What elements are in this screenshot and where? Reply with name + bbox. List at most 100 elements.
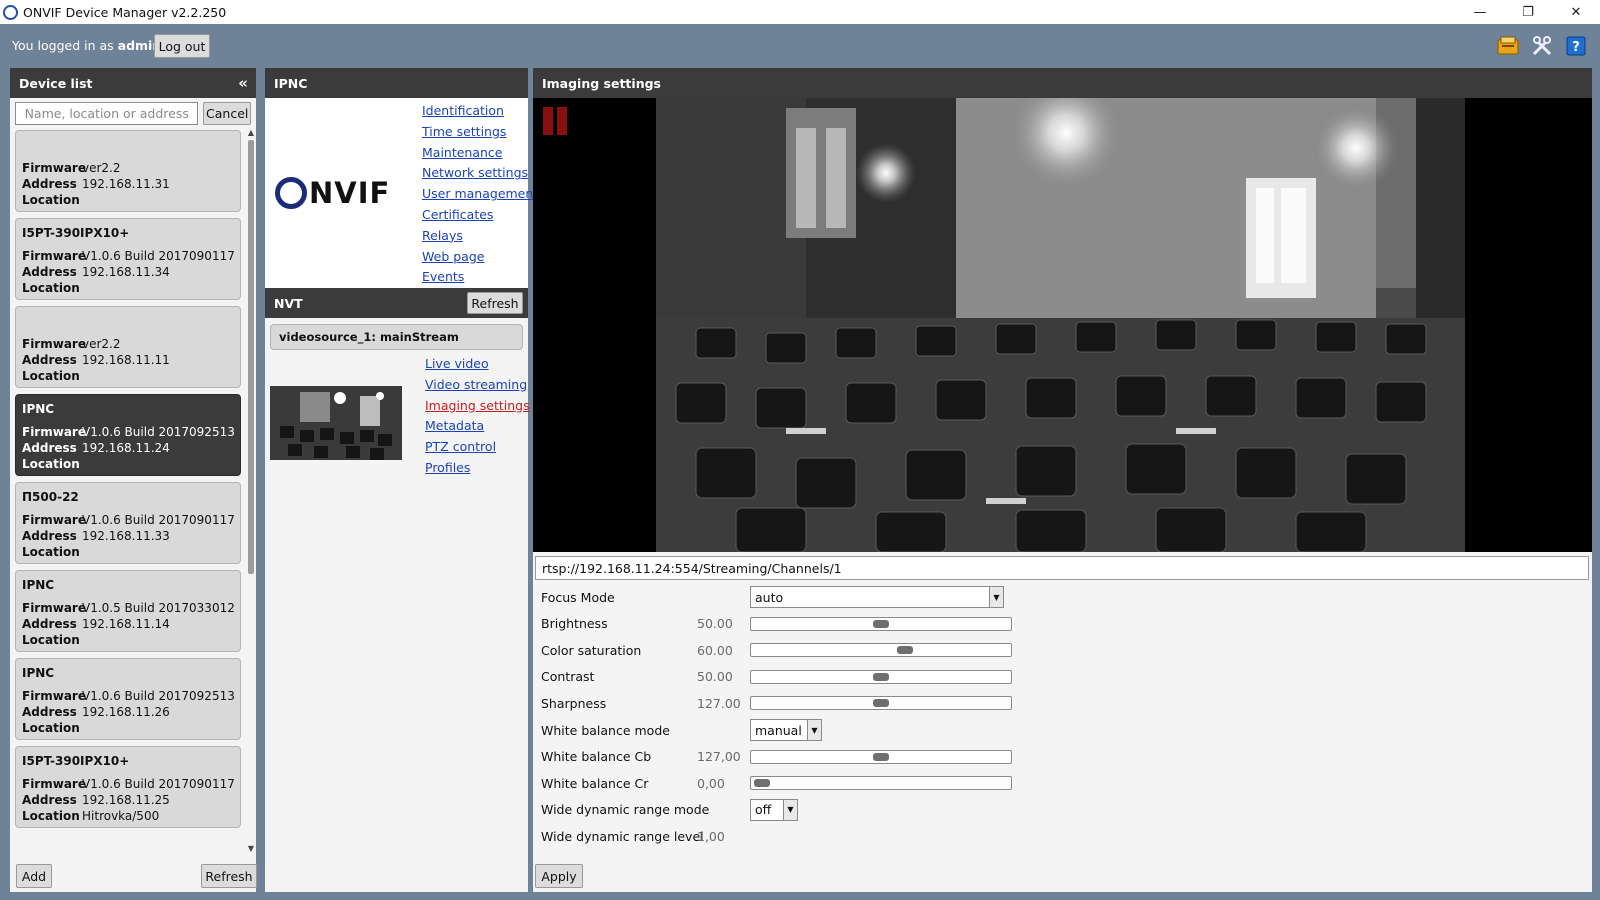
contrast-slider-thumb[interactable]: [873, 672, 889, 681]
white-balance-mode-select[interactable]: manual ▼: [750, 719, 822, 741]
white-balance-cr-slider[interactable]: [750, 776, 1012, 791]
refresh-devices-button[interactable]: Refresh: [201, 864, 257, 888]
minimize-button[interactable]: —: [1456, 0, 1504, 24]
white-balance-cb-slider-thumb[interactable]: [873, 752, 889, 761]
link-relays[interactable]: Relays: [422, 226, 538, 247]
device-name: П500-22: [22, 490, 79, 504]
link-network-settings[interactable]: Network settings: [422, 163, 538, 184]
device-list-scrollbar[interactable]: ▲ ▼: [247, 128, 255, 854]
device-card[interactable]: I5PT-390IPX10+ Firmware V1.0.6 Build 20170…: [15, 746, 241, 828]
link-certificates[interactable]: Certificates: [422, 205, 538, 226]
sharpness-slider[interactable]: [750, 696, 1012, 711]
nvt-header: NVT Refresh: [265, 288, 528, 318]
nvt-refresh-button[interactable]: Refresh: [467, 292, 523, 314]
device-firmware-label: Firmware: [22, 777, 86, 791]
chevron-down-icon[interactable]: ▼: [989, 587, 1003, 607]
video-thumbnail[interactable]: [270, 386, 402, 460]
white-balance-cb-slider[interactable]: [750, 749, 1012, 764]
cancel-button[interactable]: Cancel: [203, 102, 251, 125]
focus-mode-select[interactable]: auto ▼: [750, 586, 1004, 608]
link-time-settings[interactable]: Time settings: [422, 122, 538, 143]
device-card[interactable]: IPNCFirmwareV1.0.6 Build 201709251359-rA…: [15, 658, 241, 740]
device-list-title: Device list: [19, 75, 93, 91]
search-input[interactable]: [15, 102, 199, 125]
maximize-button[interactable]: ❐: [1504, 0, 1552, 24]
live-video[interactable]: [533, 98, 1592, 552]
wide-dynamic-range-level-label: Wide dynamic range level: [541, 828, 704, 844]
link-live-video[interactable]: Live video: [425, 354, 530, 375]
help-icon[interactable]: ?: [1564, 34, 1588, 58]
link-video-streaming[interactable]: Video streaming: [425, 375, 530, 396]
device-location-label: Location: [22, 457, 80, 471]
settings-tools-icon[interactable]: [1530, 34, 1554, 58]
link-profiles[interactable]: Profiles: [425, 458, 530, 479]
device-name: I5PT-390IPX10+: [22, 754, 130, 768]
close-button[interactable]: ✕: [1552, 0, 1600, 24]
apply-button[interactable]: Apply: [535, 864, 583, 888]
device-name: I5PT-390IPX10+: [22, 226, 130, 240]
pause-bar: [557, 107, 567, 135]
bottom-strip: [0, 892, 1600, 900]
wide-dynamic-range-level-value: 1,00: [697, 828, 725, 844]
brightness-slider-thumb[interactable]: [873, 619, 889, 628]
device-card[interactable]: П500-22 FirmwareV1.0.6 Build 201709011734…: [15, 482, 241, 564]
link-imaging-settings[interactable]: Imaging settings: [425, 396, 530, 417]
contrast-label: Contrast: [541, 669, 595, 685]
scroll-thumb[interactable]: [248, 140, 254, 574]
add-device-button[interactable]: Add: [16, 864, 52, 888]
link-web-page[interactable]: Web page: [422, 247, 538, 268]
scroll-down-icon[interactable]: ▼: [247, 844, 255, 854]
link-identification[interactable]: Identification: [422, 101, 538, 122]
collapse-icon[interactable]: «: [238, 74, 248, 92]
login-status: You logged in as admin: [12, 38, 161, 53]
imaging-title: Imaging settings: [542, 75, 661, 91]
chevron-down-icon[interactable]: ▼: [783, 799, 797, 820]
device-location-row: Location Hitrovka/500: [22, 808, 234, 824]
device-firmware-row: FirmwareV1.0.6 Build 201709011734-r: [22, 776, 234, 792]
stream-url-field[interactable]: rtsp://192.168.11.24:554/Streaming/Chann…: [535, 556, 1589, 580]
device-address: 192.168.11.34: [82, 265, 170, 279]
window-titlebar: ONVIF Device Manager v2.2.250 — ❐ ✕: [0, 0, 1600, 24]
device-firmware: V1.0.5 Build 201703301231-r: [82, 601, 234, 615]
toolbar-icons: ?: [1496, 34, 1588, 58]
sharpness-slider-thumb[interactable]: [873, 699, 889, 708]
logout-button[interactable]: Log out: [154, 34, 210, 58]
nvt-title: NVT: [274, 295, 303, 311]
brightness-slider[interactable]: [750, 616, 1012, 631]
white-balance-cr-slider-thumb[interactable]: [754, 779, 770, 788]
event-log-icon[interactable]: [1496, 34, 1520, 58]
device-list: Firmware ver2.2 Address 192.168.11.31 Locati…: [15, 130, 241, 852]
device-address-row: Address 192.168.11.24: [22, 440, 234, 456]
link-ptz-control[interactable]: PTZ control: [425, 437, 530, 458]
white-balance-mode-selected-option: manual: [755, 722, 802, 738]
link-events[interactable]: Events: [422, 267, 538, 288]
link-user-management[interactable]: User management: [422, 184, 538, 205]
video-source-bar[interactable]: videosource_1: mainStream: [270, 324, 523, 350]
setting-sharpness: Sharpness 127.00: [541, 690, 1021, 716]
device-location-label: Location: [22, 193, 80, 207]
color-saturation-slider[interactable]: [750, 643, 1012, 658]
device-firmware: V1.0.6 Build 201709011734-r: [82, 777, 234, 791]
pause-icon[interactable]: [543, 107, 567, 135]
device-address: 192.168.11.14: [82, 617, 170, 631]
chevron-down-icon[interactable]: ▼: [807, 720, 821, 740]
device-info-area: NVIF Identification Time settings Maintena…: [265, 98, 538, 288]
device-location-label: Location: [22, 721, 80, 735]
scroll-up-icon[interactable]: ▲: [247, 128, 255, 138]
device-name: IPNC: [22, 578, 55, 592]
device-card[interactable]: IPNCFirmwareV1.0.5 Build 201703301231-rA…: [15, 570, 241, 652]
device-address-label: Address: [22, 265, 77, 279]
contrast-slider[interactable]: [750, 669, 1012, 684]
link-metadata[interactable]: Metadata: [425, 416, 530, 437]
device-card[interactable]: I5PT-390IPX10+ Firmware V1.0.6 Build 20170…: [15, 218, 241, 300]
device-card[interactable]: IPNCFirmwareV1.0.6 Build 201709251359-rA…: [15, 394, 241, 476]
device-address: 192.168.11.24: [82, 441, 170, 455]
brightness-label: Brightness: [541, 616, 608, 632]
link-maintenance[interactable]: Maintenance: [422, 143, 538, 164]
color-saturation-slider-thumb[interactable]: [896, 646, 913, 655]
device-card[interactable]: Firmware ver2.2 Address 192.168.11.11 Locati…: [15, 306, 241, 388]
device-location-row: Location: [22, 544, 234, 560]
device-location: Hitrovka/500: [82, 809, 160, 823]
wide-dynamic-range-mode-select[interactable]: off ▼: [750, 798, 798, 821]
device-card[interactable]: Firmware ver2.2 Address 192.168.11.31 Locati…: [15, 130, 241, 212]
